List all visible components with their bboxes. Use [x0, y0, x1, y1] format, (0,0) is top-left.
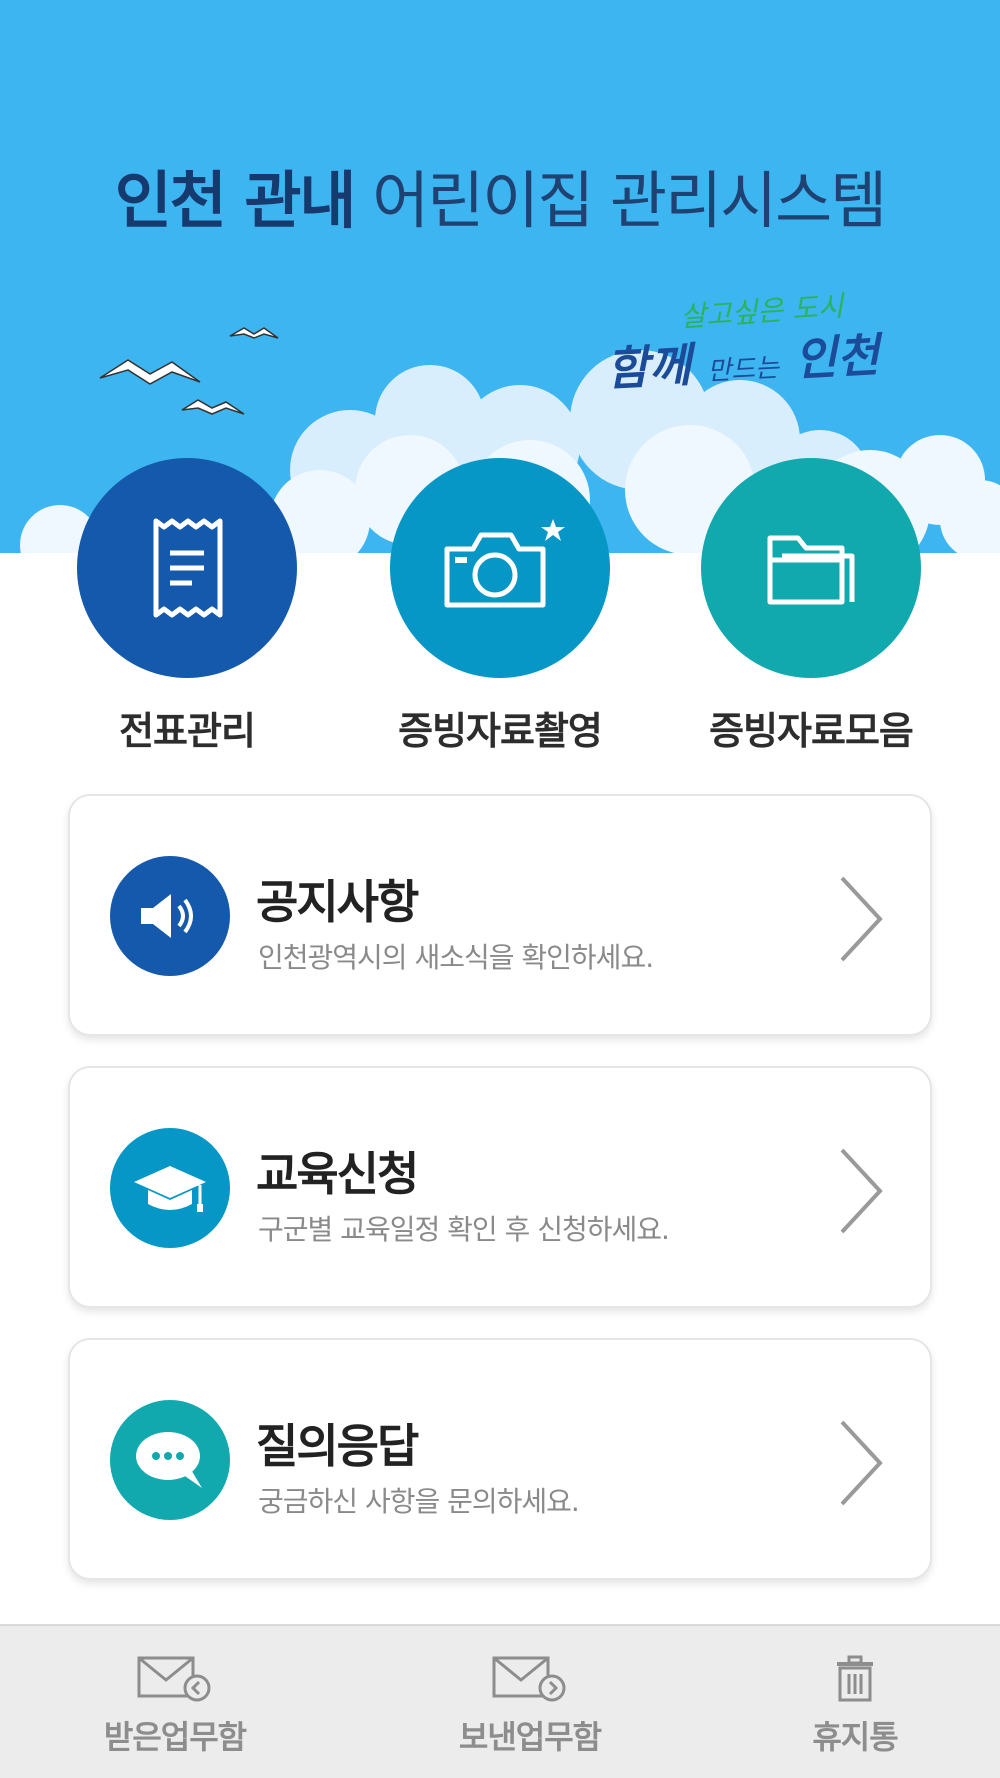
tab-label: 보낸업무함	[458, 1718, 602, 1756]
trash-icon	[837, 1655, 873, 1702]
quick-menu-camera[interactable]: 증빙자료촬영	[390, 458, 610, 755]
qna-card[interactable]: 질의응답 궁금하신 사항을 문의하세요.	[68, 1338, 932, 1580]
tab-inbox[interactable]: 받은업무함	[55, 1654, 295, 1758]
chevron-right-icon	[840, 876, 883, 962]
inbox-mail-icon	[137, 1656, 211, 1702]
chevron-right-icon	[840, 1420, 883, 1506]
slogan-word-1: 함께	[604, 337, 693, 397]
tab-trash[interactable]: 휴지통	[735, 1654, 975, 1758]
card-description: 인천광역시의 새소식을 확인하세요.	[258, 941, 654, 974]
sent-mail-icon	[492, 1656, 566, 1702]
quick-menu-label: 증빙자료촬영	[398, 709, 603, 753]
card-title: 교육신청	[256, 1147, 419, 1201]
notice-card[interactable]: 공지사항 인천광역시의 새소식을 확인하세요.	[68, 794, 932, 1036]
folder-icon	[701, 458, 921, 678]
slogan-word-small: 만드는	[706, 353, 780, 387]
quick-menu-folder[interactable]: 증빙자료모음	[701, 458, 921, 755]
slogan-word-2: 인천	[793, 327, 881, 387]
title-light: 어린이집 관리시스템	[372, 164, 887, 237]
chat-bubble-icon	[110, 1400, 230, 1520]
chevron-right-icon	[840, 1148, 883, 1234]
card-description: 궁금하신 사항을 문의하세요.	[258, 1485, 580, 1518]
quick-menu-label: 증빙자료모음	[709, 709, 914, 753]
birds-icon	[99, 327, 279, 415]
camera-icon	[390, 458, 610, 678]
quick-menu-label: 전표관리	[119, 709, 256, 753]
graduation-cap-icon	[110, 1128, 230, 1248]
card-title: 공지사항	[256, 875, 419, 929]
city-slogan-logo: 살고싶은 도시 함께 만드는 인천	[600, 289, 920, 400]
tab-sent[interactable]: 보낸업무함	[410, 1654, 650, 1758]
education-card[interactable]: 교육신청 구군별 교육일정 확인 후 신청하세요.	[68, 1066, 932, 1308]
title-bold: 인천 관내	[114, 164, 357, 237]
receipt-icon	[77, 458, 297, 678]
speaker-icon	[110, 856, 230, 976]
quick-menu-receipts[interactable]: 전표관리	[77, 458, 297, 755]
tab-label: 받은업무함	[103, 1718, 247, 1756]
page-title: 인천 관내 어린이집 관리시스템	[0, 150, 1000, 240]
tab-label: 휴지통	[812, 1718, 898, 1756]
bottom-navigation: 받은업무함 보낸업무함 휴지통	[0, 1624, 1000, 1778]
card-title: 질의응답	[256, 1419, 419, 1473]
slogan-main: 함께 만드는 인천	[604, 319, 881, 399]
card-description: 구군별 교육일정 확인 후 신청하세요.	[258, 1213, 670, 1246]
